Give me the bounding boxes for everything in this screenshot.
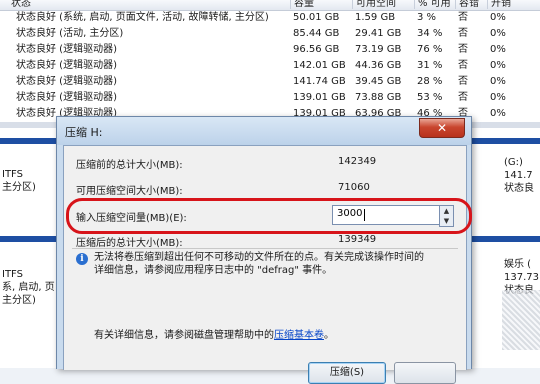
disk-partition-info: ITFS 系, 启动, 页主分区) (2, 269, 55, 306)
close-button[interactable]: ✕ (419, 118, 465, 138)
table-row[interactable]: 状态良好 (活动, 主分区) 85.44 GB 29.41 GB 34 % 否 0% (0, 26, 540, 42)
column-fault-tolerance[interactable]: 容错 (455, 0, 487, 9)
available-space-label: 可用压缩空间大小(MB): (76, 186, 183, 197)
row-capacity: 96.56 GB (293, 44, 340, 55)
row-status: 状态良好 (活动, 主分区) (16, 28, 124, 39)
help-link[interactable]: 压缩基本卷 (274, 330, 324, 341)
disk-partition-info: ITFS 主分区) (2, 169, 36, 193)
row-free-space: 39.45 GB (355, 76, 402, 87)
size-after-label: 压缩后的总计大小(MB): (76, 238, 183, 249)
row-capacity: 139.01 GB (293, 92, 346, 103)
row-overhead: 0% (490, 60, 506, 71)
table-row[interactable]: 状态良好 (逻辑驱动器) 139.01 GB 73.88 GB 53 % 否 0% (0, 90, 540, 106)
row-percent-free: 34 % (417, 28, 443, 39)
column-overhead[interactable]: 开销 (487, 0, 540, 9)
partition-hatch (502, 290, 540, 350)
row-fault-tolerance: 否 (458, 92, 468, 103)
row-capacity: 142.01 GB (293, 60, 346, 71)
row-status: 状态良好 (逻辑驱动器) (16, 60, 117, 71)
row-percent-free: 76 % (417, 44, 443, 55)
row-status: 状态良好 (系统, 启动, 页面文件, 活动, 故障转储, 主分区) (16, 12, 269, 23)
volume-list: 状态 容量 可用空间 % 可用 容错 开销 状态良好 (系统, 启动, 页面文件… (0, 0, 540, 122)
dialog-body: 压缩前的总计大小(MB): 142349 可用压缩空间大小(MB): 71060… (63, 145, 467, 384)
row-fault-tolerance: 否 (458, 60, 468, 71)
row-capacity: 85.44 GB (293, 28, 340, 39)
info-icon: i (76, 253, 88, 265)
dialog-titlebar[interactable]: 压缩 H: ✕ (57, 117, 471, 145)
row-overhead: 0% (490, 28, 506, 39)
row-overhead: 0% (490, 44, 506, 55)
table-row[interactable]: 状态良好 (逻辑驱动器) 96.56 GB 73.19 GB 76 % 否 0% (0, 42, 540, 58)
row-overhead: 0% (490, 76, 506, 87)
row-fault-tolerance: 否 (458, 44, 468, 55)
volume-g-info[interactable]: (G:) 141.7 状态良 (504, 156, 540, 195)
help-text: 有关详细信息，请参阅磁盘管理帮助中的压缩基本卷。 (94, 326, 334, 341)
table-row[interactable]: 状态良好 (逻辑驱动器) 141.74 GB 39.45 GB 28 % 否 0% (0, 74, 540, 90)
row-fault-tolerance: 否 (458, 12, 468, 23)
compress-button[interactable]: 压缩(S) (308, 362, 386, 384)
row-percent-free: 31 % (417, 60, 443, 71)
row-overhead: 0% (490, 108, 506, 119)
row-fault-tolerance: 否 (458, 28, 468, 39)
row-percent-free: 3 % (417, 12, 437, 23)
row-fault-tolerance: 否 (458, 76, 468, 87)
column-percent-free[interactable]: % 可用 (414, 0, 456, 9)
column-status[interactable]: 状态 (8, 0, 289, 9)
note-line-2: 详细信息，请参阅应用程序日志中的 "defrag" 事件。 (94, 265, 333, 276)
note-line-1: 无法将卷压缩到超出任何不可移动的文件所在的点。有关完成该操作时间的 (94, 252, 424, 263)
row-status: 状态良好 (逻辑驱动器) (16, 76, 117, 87)
size-before-label: 压缩前的总计大小(MB): (76, 160, 183, 171)
cancel-button[interactable] (394, 362, 456, 384)
shrink-dialog: 压缩 H: ✕ 压缩前的总计大小(MB): 142349 可用压缩空间大小(MB… (56, 116, 472, 384)
row-percent-free: 28 % (417, 76, 443, 87)
row-free-space: 29.41 GB (355, 28, 402, 39)
table-row[interactable]: 状态良好 (系统, 启动, 页面文件, 活动, 故障转储, 主分区) 50.01 … (0, 10, 540, 26)
row-status: 状态良好 (逻辑驱动器) (16, 92, 117, 103)
help-suffix: 。 (324, 330, 334, 341)
divider (72, 248, 458, 249)
row-status: 状态良好 (逻辑驱动器) (16, 44, 117, 55)
row-free-space: 73.19 GB (355, 44, 402, 55)
table-row[interactable]: 状态良好 (逻辑驱动器) 142.01 GB 44.36 GB 31 % 否 0% (0, 58, 540, 74)
row-free-space: 44.36 GB (355, 60, 402, 71)
row-free-space: 1.59 GB (355, 12, 396, 23)
column-free-space[interactable]: 可用空间 (352, 0, 414, 9)
row-capacity: 50.01 GB (293, 12, 340, 23)
highlight-annotation (66, 198, 472, 234)
size-after-value: 139349 (338, 234, 377, 245)
dialog-title: 压缩 H: (65, 126, 103, 139)
row-free-space: 73.88 GB (355, 92, 402, 103)
row-overhead: 0% (490, 12, 506, 23)
row-percent-free: 53 % (417, 92, 443, 103)
help-prefix: 有关详细信息，请参阅磁盘管理帮助中的 (94, 330, 274, 341)
available-space-value: 71060 (338, 182, 370, 193)
row-overhead: 0% (490, 92, 506, 103)
size-before-value: 142349 (338, 156, 377, 167)
row-capacity: 141.74 GB (293, 76, 346, 87)
column-capacity[interactable]: 容量 (290, 0, 352, 9)
